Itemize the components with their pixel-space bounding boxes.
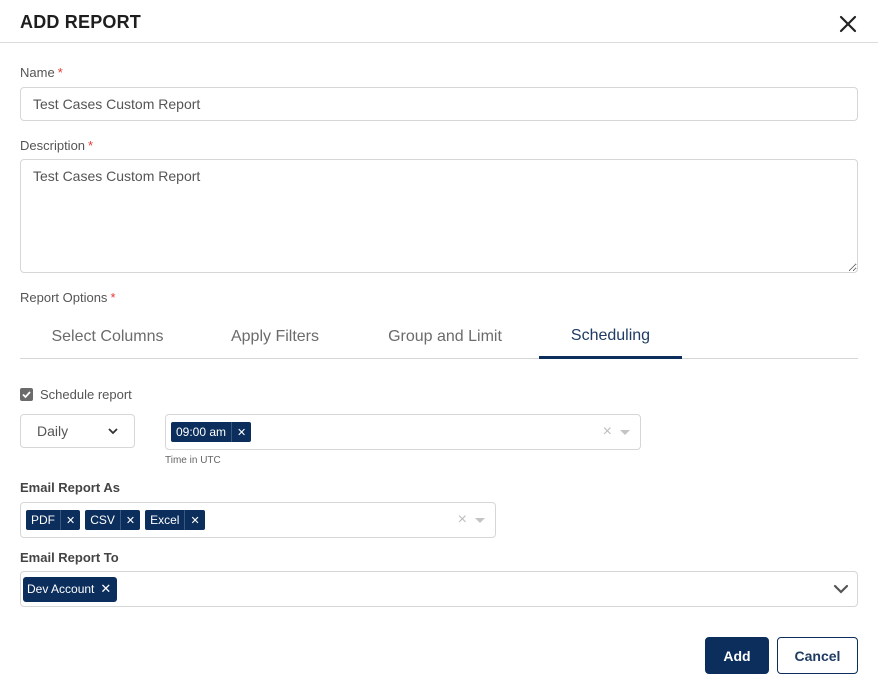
report-options-label: Report Options * (20, 290, 116, 305)
email-report-as-label: Email Report As (20, 480, 120, 495)
chevron-down-icon (108, 428, 118, 435)
format-chip-csv: CSV ✕ (85, 510, 141, 530)
name-input[interactable] (20, 87, 858, 121)
dropdown-arrow-icon[interactable] (475, 517, 485, 523)
time-hint: Time in UTC (165, 455, 221, 466)
close-icon[interactable] (836, 12, 860, 36)
remove-chip-icon[interactable]: ✕ (119, 510, 140, 530)
format-chip-pdf: PDF ✕ (26, 510, 81, 530)
description-textarea[interactable] (20, 159, 858, 273)
dialog-header: ADD REPORT (0, 0, 878, 43)
recipient-chip: Dev Account ✕ (23, 576, 118, 602)
report-options-tabs: Select Columns Apply Filters Group and L… (20, 316, 858, 359)
required-marker: * (88, 138, 94, 153)
clear-icon[interactable]: × (458, 511, 467, 529)
frequency-select[interactable]: Daily (20, 414, 135, 448)
tab-apply-filters[interactable]: Apply Filters (195, 316, 355, 358)
required-marker: * (57, 65, 63, 80)
schedule-report-label: Schedule report (40, 386, 132, 402)
required-marker: * (110, 290, 116, 305)
remove-chip-icon[interactable]: ✕ (231, 422, 251, 442)
chevron-down-icon[interactable] (833, 581, 849, 597)
format-chip-excel: Excel ✕ (145, 510, 205, 530)
schedule-report-row[interactable]: Schedule report (20, 385, 132, 403)
dialog-title: ADD REPORT (20, 12, 142, 32)
tab-select-columns[interactable]: Select Columns (20, 316, 195, 358)
frequency-value: Daily (37, 423, 69, 439)
recipients-multiselect[interactable]: Dev Account ✕ (20, 571, 858, 607)
email-format-multiselect[interactable]: PDF ✕ CSV ✕ Excel ✕ × (20, 502, 496, 538)
remove-chip-icon[interactable]: ✕ (100, 581, 111, 597)
tab-group-and-limit[interactable]: Group and Limit (355, 316, 535, 358)
time-chip: 09:00 am ✕ (171, 422, 252, 442)
schedule-report-checkbox[interactable] (20, 387, 33, 401)
time-multiselect[interactable]: 09:00 am ✕ × (165, 414, 641, 450)
remove-chip-icon[interactable]: ✕ (184, 510, 204, 530)
dropdown-arrow-icon[interactable] (620, 429, 630, 435)
clear-icon[interactable]: × (603, 423, 612, 441)
cancel-button[interactable]: Cancel (777, 637, 858, 674)
description-label: Description * (20, 138, 94, 153)
tab-scheduling[interactable]: Scheduling (539, 316, 682, 359)
name-label: Name * (20, 65, 63, 80)
remove-chip-icon[interactable]: ✕ (60, 510, 80, 530)
email-report-to-label: Email Report To (20, 550, 119, 565)
add-button[interactable]: Add (705, 637, 769, 674)
